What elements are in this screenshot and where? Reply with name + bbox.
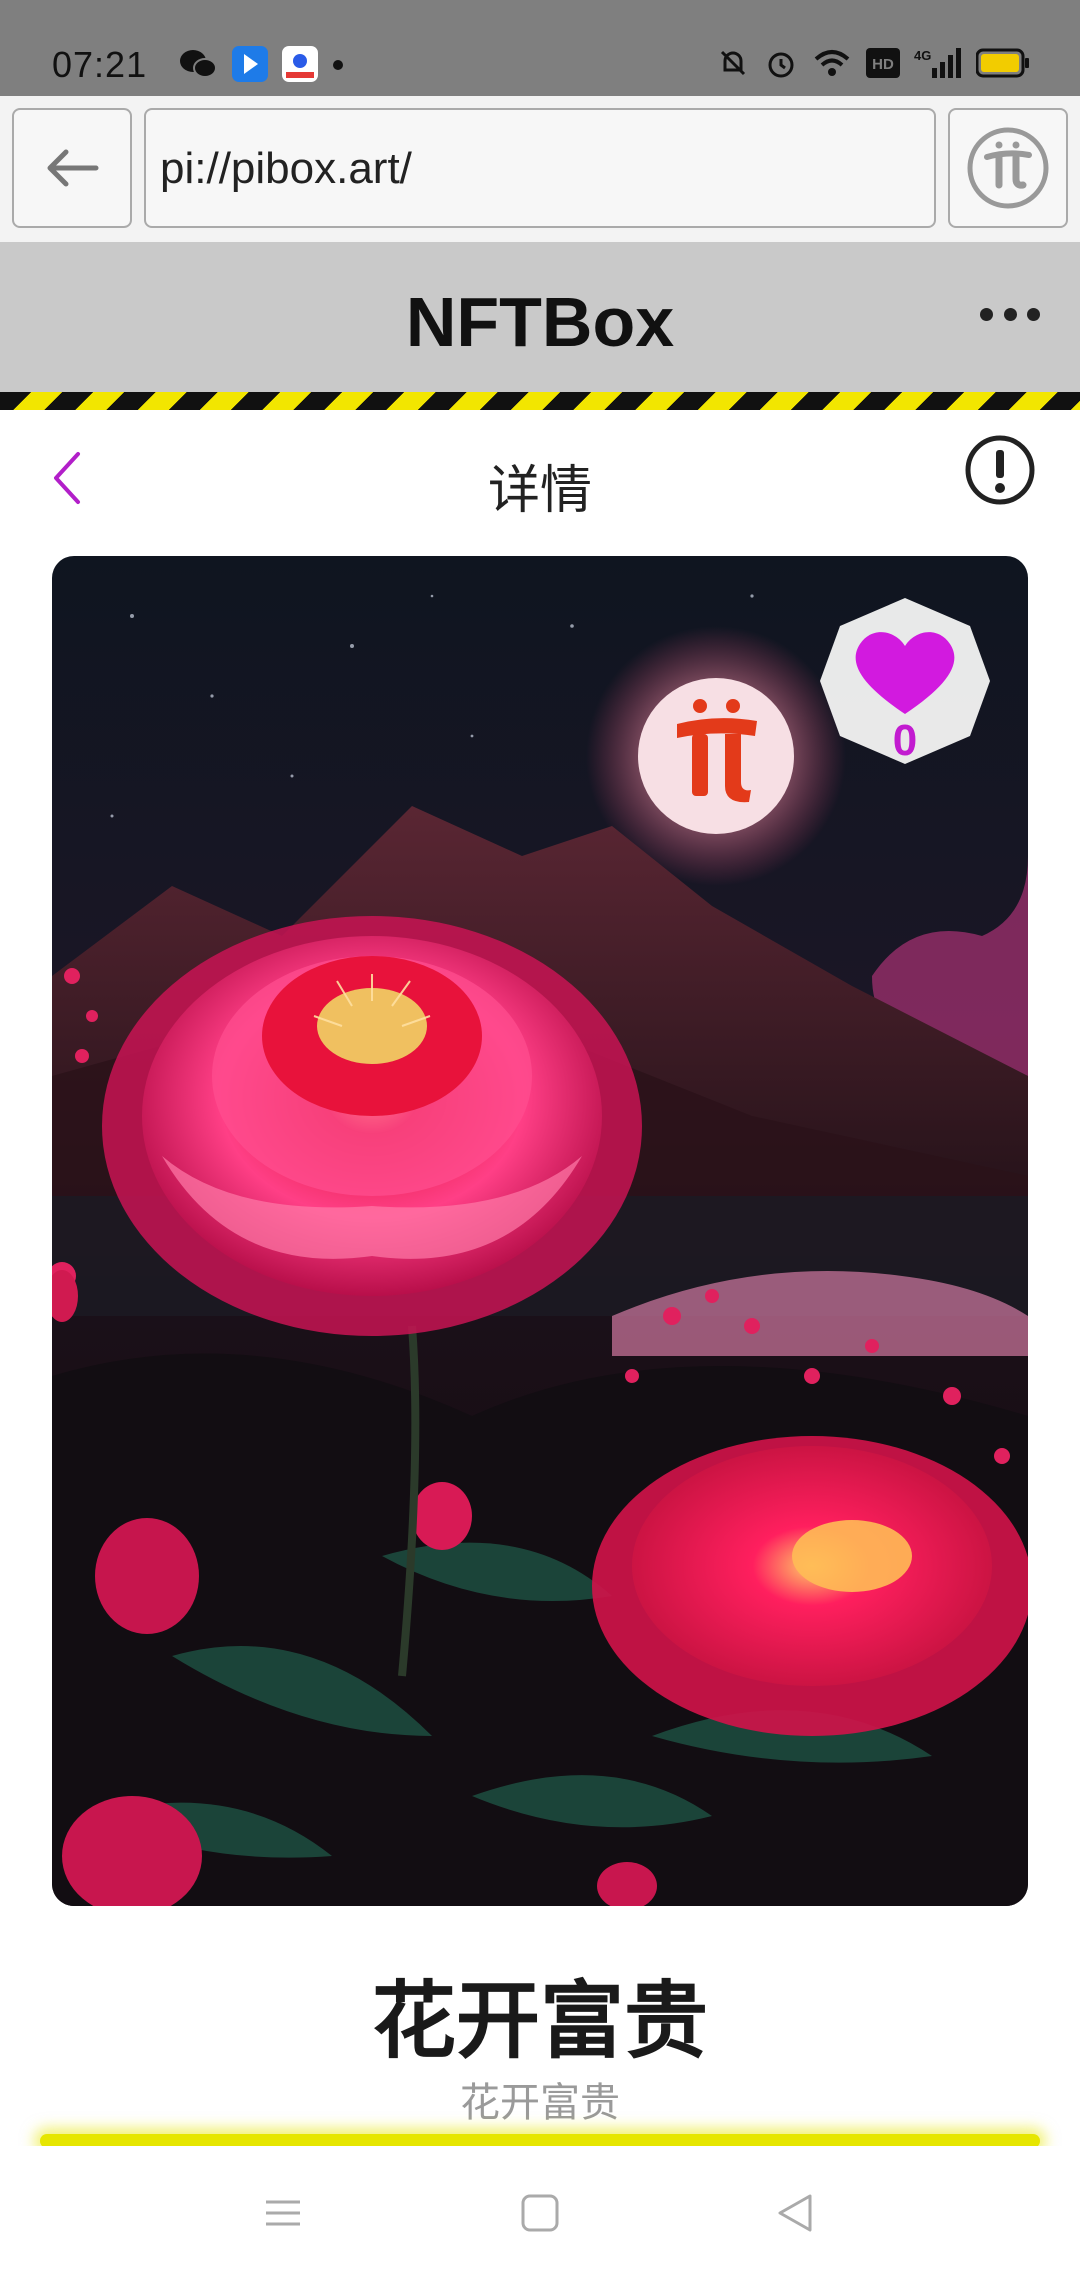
browser-back-button[interactable] <box>12 108 132 228</box>
status-time: 07:21 <box>52 44 148 85</box>
hazard-stripe-divider <box>0 392 1080 410</box>
wechat-icon <box>178 47 218 86</box>
system-nav-bar <box>0 2146 1080 2280</box>
home-icon[interactable] <box>515 2188 565 2238</box>
like-count: 0 <box>892 716 918 765</box>
status-right-icons: HD 4G <box>716 46 1030 85</box>
detail-header: 详情 <box>0 410 1080 540</box>
app-header: NFTBox <box>0 242 1080 392</box>
pi-browser-button[interactable] <box>948 108 1068 228</box>
network-label: 4G <box>914 48 931 63</box>
arrow-left-icon <box>47 149 99 187</box>
hd-icon: HD <box>866 48 900 83</box>
notification-dot-icon <box>332 58 344 76</box>
pi-logo-icon <box>967 127 1049 209</box>
url-field[interactable]: pi://pibox.art/ <box>144 108 936 228</box>
alarm-icon <box>764 46 798 85</box>
nft-title: 花开富贵 <box>371 1974 708 2068</box>
battery-icon <box>975 48 1030 83</box>
hd-label: HD <box>872 56 894 73</box>
url-text: pi://pibox.art/ <box>160 144 412 193</box>
blue-app-icon <box>232 46 268 87</box>
baidu-icon <box>282 46 318 87</box>
status-left-icons <box>178 46 344 87</box>
back-triangle-icon[interactable] <box>770 2188 820 2238</box>
page-title: 详情 <box>487 462 592 520</box>
signal-4g-icon: 4G <box>914 46 962 85</box>
menu-icon[interactable] <box>258 2188 308 2238</box>
report-info-icon[interactable] <box>964 434 1036 506</box>
status-bar: 07:21 HD 4G <box>0 0 1080 96</box>
browser-bar: pi://pibox.art/ <box>0 96 1080 242</box>
more-menu-icon[interactable] <box>980 294 1040 334</box>
wifi-icon <box>812 47 852 84</box>
nft-subtitle: 花开富贵 <box>460 2081 620 2125</box>
app-title: NFTBox <box>405 283 675 361</box>
mute-icon <box>716 46 750 85</box>
